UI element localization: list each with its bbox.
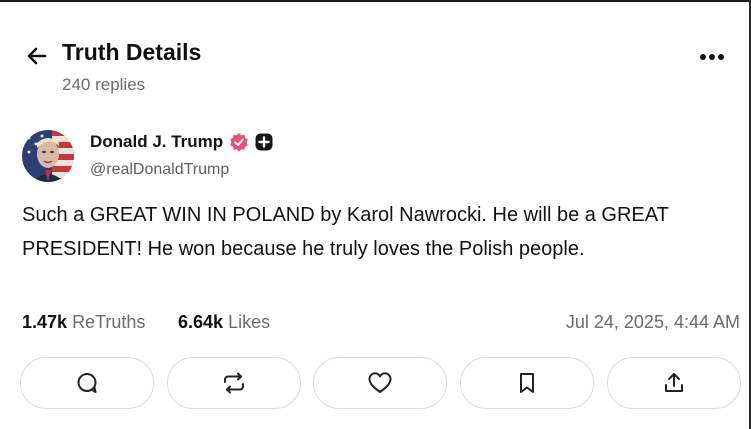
retruth-icon [224, 372, 244, 394]
author-handle[interactable]: @realDonaldTrump [90, 161, 229, 179]
post-text: Such a GREAT WIN IN POLAND by Karol Nawr… [22, 204, 669, 260]
verified-badge-icon [230, 133, 248, 152]
post-action-bar [20, 357, 742, 411]
more-options-button[interactable] [697, 46, 727, 68]
author-display-name[interactable]: Donald J. Trump [90, 132, 223, 152]
ellipsis-horizontal-icon [700, 54, 724, 60]
share-icon [665, 373, 683, 392]
retruth-button[interactable] [167, 357, 301, 409]
bookmark-button[interactable] [460, 357, 594, 409]
likes-count: 6.64k [178, 312, 224, 332]
back-button[interactable] [22, 42, 52, 70]
author-name-line: Donald J. Trump [90, 132, 273, 152]
plus-badge-icon [255, 133, 273, 151]
retruths-stat[interactable]: 1.47k ReTruths [22, 312, 145, 333]
reply-button[interactable] [20, 357, 154, 409]
bookmark-icon [520, 373, 534, 393]
replies-count: 240 replies [62, 75, 146, 94]
reply-icon [77, 373, 97, 393]
window-top-border [0, 0, 751, 2]
likes-label: Likes [228, 312, 271, 332]
retruths-count: 1.47k [22, 312, 68, 332]
page-title: Truth Details [62, 39, 202, 65]
post-author: Donald J. Trump @realDonaldTrump [22, 128, 727, 188]
page-header: Truth Details 240 replies [22, 38, 727, 98]
retruths-label: ReTruths [72, 312, 146, 332]
post-timestamp: Jul 24, 2025, 4:44 AM [565, 312, 740, 332]
arrow-left-icon [27, 47, 47, 65]
share-button[interactable] [607, 357, 741, 409]
likes-stat[interactable]: 6.64k Likes [178, 312, 270, 333]
like-button[interactable] [313, 357, 447, 409]
avatar[interactable] [22, 130, 74, 182]
heart-icon [368, 372, 392, 393]
post-stats: 1.47k ReTruths 6.64k Likes Jul 24, 2025,… [22, 312, 740, 338]
